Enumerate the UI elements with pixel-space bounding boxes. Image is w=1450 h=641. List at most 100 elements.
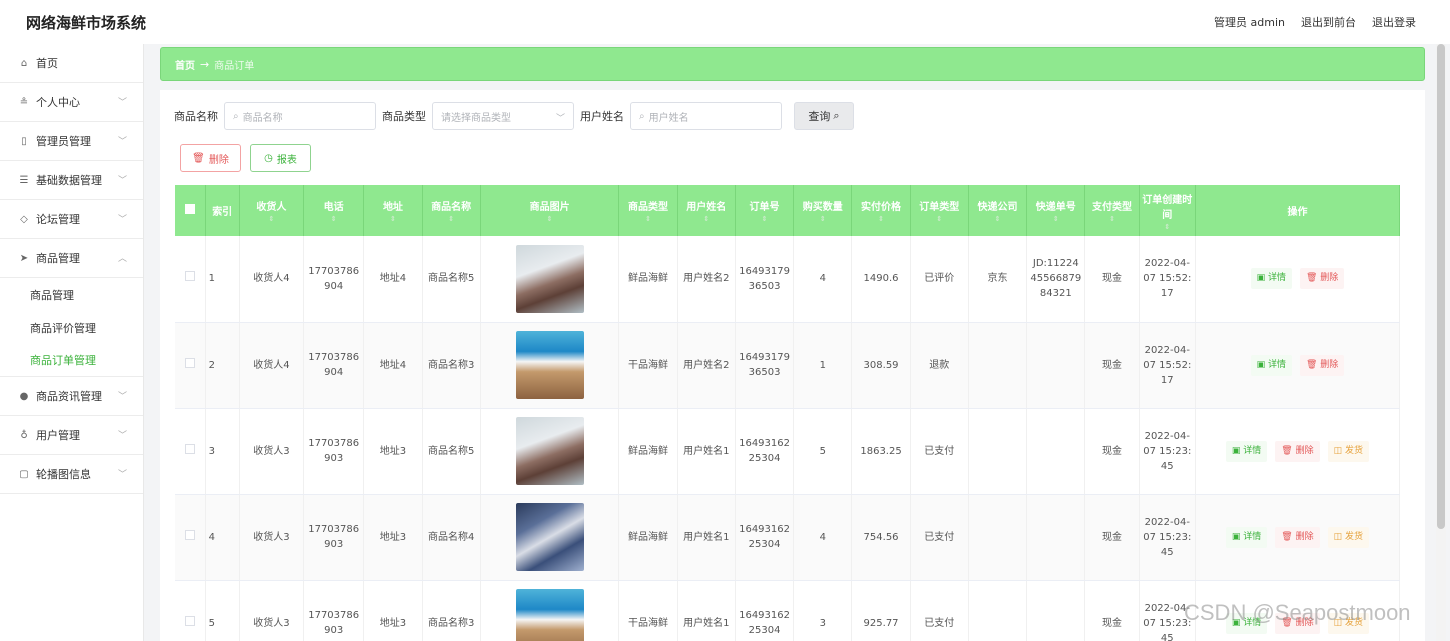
- sort-icon[interactable]: ⇕: [913, 215, 966, 223]
- sort-icon[interactable]: ⇕: [1029, 215, 1082, 223]
- product-image[interactable]: [515, 244, 584, 313]
- column-header[interactable]: 商品类型 ⇕: [618, 185, 678, 236]
- cell-price: 1863.25: [851, 408, 911, 495]
- column-header[interactable]: 电话 ⇕: [303, 185, 365, 236]
- table-row[interactable]: 3 收货人3 17703786903 地址3 商品名称5 鲜品海鲜 用户姓名1 1649316…: [175, 408, 1401, 495]
- sidebar-item-admin-management[interactable]: ▯ 管理员管理 ﹀: [0, 122, 143, 161]
- sort-icon[interactable]: ⇕: [306, 215, 361, 223]
- row-actions-cell: ▣ 详情 🗑 删除: [1195, 236, 1401, 323]
- column-header[interactable]: 快递单号 ⇕: [1026, 185, 1086, 236]
- sidebar-subitem-product-orders[interactable]: 商品订单管理: [0, 344, 143, 377]
- vertical-scrollbar[interactable]: [1436, 44, 1446, 641]
- column-header[interactable]: 实付价格 ⇕: [851, 185, 911, 236]
- detail-button[interactable]: ▣ 详情: [1250, 354, 1292, 376]
- column-header-label: 用户姓名: [686, 202, 727, 213]
- cell-address: 地址3: [363, 494, 423, 581]
- back-to-front-link[interactable]: 退出到前台: [1301, 14, 1356, 30]
- product-type-select[interactable]: 请选择商品类型 ﹀: [432, 102, 574, 130]
- ship-button[interactable]: ◫ 发货: [1327, 526, 1369, 548]
- sort-icon[interactable]: ⇕: [854, 215, 907, 223]
- table-row[interactable]: 2 收货人4 17703786904 地址4 商品名称3 干品海鲜 用户姓名2 1649317…: [175, 322, 1401, 409]
- column-header[interactable]: 购买数量 ⇕: [793, 185, 853, 236]
- sidebar-subitem-products[interactable]: 商品管理: [0, 278, 143, 311]
- sort-icon[interactable]: ⇕: [738, 215, 791, 223]
- product-name-input[interactable]: ⌕ 商品名称: [224, 102, 376, 130]
- sidebar-item-forum[interactable]: ◇ 论坛管理 ﹀: [0, 200, 143, 239]
- cell-tracking: [1026, 580, 1086, 641]
- row-checkbox[interactable]: [184, 529, 195, 540]
- user-name-input[interactable]: ⌕ 用户姓名: [630, 102, 782, 130]
- report-button[interactable]: ◷ 报表: [250, 144, 311, 172]
- column-header[interactable]: 订单号 ⇕: [735, 185, 795, 236]
- batch-delete-button[interactable]: 🗑 删除: [180, 144, 241, 172]
- column-header[interactable]: 用户姓名 ⇕: [677, 185, 736, 236]
- row-checkbox[interactable]: [184, 443, 195, 454]
- sort-icon[interactable]: ⇕: [796, 215, 849, 223]
- select-all-checkbox[interactable]: [184, 204, 195, 214]
- delete-button[interactable]: 🗑 删除: [1275, 526, 1320, 548]
- product-image[interactable]: [515, 417, 584, 485]
- sort-icon[interactable]: ⇕: [483, 215, 617, 223]
- sort-icon[interactable]: ⇕: [1087, 215, 1136, 223]
- product-image[interactable]: [515, 331, 584, 399]
- sidebar-item-personal-center[interactable]: ≗ 个人中心 ﹀: [0, 83, 143, 122]
- row-checkbox[interactable]: [184, 615, 195, 626]
- column-header[interactable]: 收货人 ⇕: [239, 185, 305, 236]
- breadcrumb-home[interactable]: 首页: [175, 57, 195, 72]
- cell-receiver: 收货人3: [239, 580, 305, 641]
- sidebar-subitem-product-reviews[interactable]: 商品评价管理: [0, 311, 143, 344]
- column-header[interactable]: 商品图片 ⇕: [480, 185, 620, 236]
- ship-label: 发货: [1344, 445, 1363, 456]
- column-header[interactable]: 支付类型 ⇕: [1084, 185, 1140, 236]
- column-header[interactable]: 快递公司 ⇕: [968, 185, 1028, 236]
- row-select-cell: [175, 408, 206, 495]
- sidebar-item-home[interactable]: ⌂ 首页: [0, 44, 143, 83]
- column-header-label: 商品名称: [431, 202, 472, 213]
- query-button[interactable]: 查询 ⌕: [794, 102, 854, 130]
- delete-button[interactable]: 🗑 删除: [1275, 440, 1320, 462]
- delete-button[interactable]: 🗑 删除: [1299, 354, 1345, 376]
- cell-type: 鲜品海鲜: [618, 494, 678, 581]
- row-checkbox[interactable]: [184, 271, 195, 282]
- cell-pay: 现金: [1084, 408, 1140, 495]
- logout-link[interactable]: 退出登录: [1372, 14, 1416, 30]
- top-right-links: 管理员 admin 退出到前台 退出登录: [1214, 14, 1416, 30]
- sort-icon[interactable]: ⇕: [242, 215, 301, 223]
- sidebar-item-carousel[interactable]: ▢ 轮播图信息 ﹀: [0, 455, 143, 494]
- column-header[interactable]: 索引: [205, 185, 240, 236]
- detail-button[interactable]: ▣ 详情: [1250, 268, 1292, 290]
- detail-button[interactable]: ▣ 详情: [1225, 440, 1268, 462]
- product-image[interactable]: [515, 589, 584, 641]
- product-image[interactable]: [515, 503, 584, 571]
- column-header[interactable]: 地址 ⇕: [363, 185, 423, 236]
- row-checkbox[interactable]: [184, 357, 195, 368]
- column-header[interactable]: 商品名称 ⇕: [422, 185, 481, 236]
- table-row[interactable]: 1 收货人4 17703786904 地址4 商品名称5 鲜品海鲜 用户姓名2 1649317…: [175, 236, 1401, 323]
- column-header[interactable]: 订单创建时间 ⇕: [1139, 185, 1196, 236]
- query-button-label: 查询: [808, 110, 831, 123]
- column-header[interactable]: 订单类型 ⇕: [910, 185, 969, 236]
- product-image-cell: [480, 580, 620, 641]
- cell-product: 商品名称4: [422, 494, 481, 581]
- cell-order-no: 1649317936503: [735, 322, 795, 409]
- detail-button[interactable]: ▣ 详情: [1225, 526, 1268, 548]
- sidebar-item-product-management[interactable]: ➤ 商品管理 ︿: [0, 239, 143, 278]
- sort-icon[interactable]: ⇕: [680, 215, 733, 223]
- sidebar-item-user-management[interactable]: ♁ 用户管理 ﹀: [0, 416, 143, 455]
- cell-receiver: 收货人4: [239, 322, 305, 409]
- table-row[interactable]: 4 收货人3 17703786903 地址3 商品名称4 鲜品海鲜 用户姓名1 1649316…: [175, 494, 1401, 581]
- sort-icon[interactable]: ⇕: [366, 215, 419, 223]
- sidebar-item-base-data[interactable]: ☰ 基础数据管理 ﹀: [0, 161, 143, 200]
- sort-icon[interactable]: ⇕: [425, 215, 478, 223]
- carousel-icon: ▢: [19, 468, 29, 480]
- sort-icon[interactable]: ⇕: [1142, 223, 1193, 231]
- ship-button[interactable]: ◫ 发货: [1327, 440, 1369, 462]
- scrollbar-thumb[interactable]: [1437, 44, 1445, 529]
- cell-index: 2: [205, 322, 240, 409]
- sort-icon[interactable]: ⇕: [971, 215, 1024, 223]
- column-header[interactable]: 操作: [1195, 185, 1401, 236]
- select-all-header[interactable]: [175, 185, 206, 236]
- sidebar-item-product-news[interactable]: ● 商品资讯管理 ﹀: [0, 377, 143, 416]
- sort-icon[interactable]: ⇕: [621, 215, 674, 223]
- delete-button[interactable]: 🗑 删除: [1299, 268, 1345, 290]
